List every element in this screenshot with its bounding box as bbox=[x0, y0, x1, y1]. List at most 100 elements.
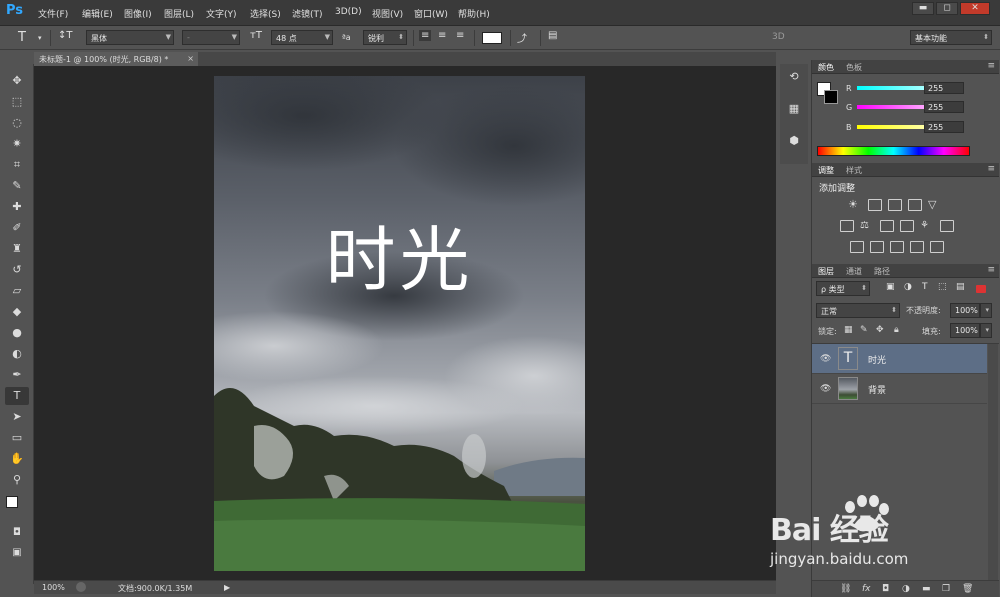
invert-icon[interactable] bbox=[850, 241, 864, 253]
canvas-text-layer[interactable]: 时光 bbox=[214, 204, 585, 305]
menu-image[interactable]: 图像(I) bbox=[124, 7, 152, 20]
photo-filter-icon[interactable] bbox=[900, 220, 914, 232]
fill-dropdown-icon[interactable]: ▾ bbox=[980, 323, 992, 338]
rectangle-tool-icon[interactable]: ▭ bbox=[5, 429, 29, 447]
status-info-icon[interactable] bbox=[76, 582, 86, 592]
layer-name[interactable]: 时光 bbox=[868, 353, 886, 366]
layer-row-background[interactable]: 👁︎ 背景 bbox=[812, 374, 987, 404]
filter-smart-object-icon[interactable]: ▤ bbox=[956, 282, 965, 292]
menu-help[interactable]: 帮助(H) bbox=[458, 7, 490, 20]
pen-tool-icon[interactable]: ✒ bbox=[5, 366, 29, 384]
tab-channels[interactable]: 通道 bbox=[846, 266, 862, 277]
history-panel-icon[interactable]: ⟲ bbox=[786, 70, 802, 86]
layer-row-text[interactable]: 👁︎ T 时光 bbox=[812, 344, 987, 374]
menu-filter[interactable]: 滤镜(T) bbox=[292, 7, 323, 20]
font-size-select[interactable]: 48 点 ▼ bbox=[271, 30, 333, 45]
text-orientation-icon[interactable]: ↕T bbox=[58, 30, 73, 41]
delete-layer-icon[interactable]: 🗑︎ bbox=[962, 584, 973, 594]
tool-preset-dropdown-icon[interactable]: ▾ bbox=[38, 34, 42, 42]
brightness-icon[interactable]: ☀ bbox=[848, 199, 862, 211]
layer-name[interactable]: 背景 bbox=[868, 383, 886, 396]
posterize-icon[interactable] bbox=[870, 241, 884, 253]
eraser-tool-icon[interactable]: ▱ bbox=[5, 282, 29, 300]
color-spectrum-bar[interactable] bbox=[817, 146, 970, 156]
green-value[interactable]: 255 bbox=[924, 101, 964, 113]
3d-panel-icon[interactable]: ⬢ bbox=[786, 134, 802, 150]
character-panel-icon[interactable]: ▤ bbox=[548, 30, 557, 41]
black-white-icon[interactable] bbox=[880, 220, 894, 232]
fill-input[interactable]: 100% bbox=[950, 323, 980, 338]
gradient-map-icon[interactable] bbox=[930, 241, 944, 253]
type-tool-icon[interactable]: T bbox=[5, 387, 29, 405]
lock-all-icon[interactable]: 🔒︎ bbox=[894, 325, 899, 335]
tab-styles[interactable]: 样式 bbox=[846, 165, 862, 176]
blur-tool-icon[interactable]: ● bbox=[5, 324, 29, 342]
filter-type-icon[interactable]: T bbox=[922, 282, 928, 292]
screen-mode-icon[interactable]: ▣ bbox=[5, 544, 29, 562]
history-brush-tool-icon[interactable]: ↺ bbox=[5, 261, 29, 279]
healing-brush-tool-icon[interactable]: ✚ bbox=[5, 198, 29, 216]
marquee-tool-icon[interactable]: ⬚ bbox=[5, 93, 29, 111]
status-menu-arrow-icon[interactable]: ▶ bbox=[224, 583, 230, 592]
eyedropper-tool-icon[interactable]: ✎ bbox=[5, 177, 29, 195]
document-canvas[interactable]: 时光 bbox=[214, 76, 585, 571]
link-layers-icon[interactable]: ⛓ bbox=[840, 584, 851, 594]
tab-adjustments[interactable]: 调整 bbox=[818, 165, 834, 176]
character-panel-icon[interactable]: ▦ bbox=[786, 102, 802, 118]
color-balance-icon[interactable]: ⚖ bbox=[860, 220, 874, 232]
layer-style-icon[interactable]: fx bbox=[862, 584, 871, 594]
zoom-level[interactable]: 100% bbox=[42, 583, 65, 592]
maximize-button[interactable]: ◻ bbox=[936, 2, 958, 15]
red-value[interactable]: 255 bbox=[924, 82, 964, 94]
new-adjustment-icon[interactable]: ◑ bbox=[902, 584, 910, 594]
workspace-select[interactable]: 基本功能 ⬍ bbox=[910, 30, 992, 45]
opacity-input[interactable]: 100% bbox=[950, 303, 980, 318]
zoom-tool-icon[interactable]: ⚲ bbox=[5, 471, 29, 489]
align-right-icon[interactable]: ≡ bbox=[456, 30, 464, 41]
text-color-swatch[interactable] bbox=[482, 32, 502, 44]
move-tool-icon[interactable]: ✥ bbox=[5, 72, 29, 90]
magic-wand-tool-icon[interactable]: ✷ bbox=[5, 135, 29, 153]
lock-transparent-icon[interactable]: ▦ bbox=[844, 325, 853, 335]
panel-menu-icon[interactable]: ≡ bbox=[987, 265, 995, 275]
menu-type[interactable]: 文字(Y) bbox=[206, 7, 237, 20]
lock-position-icon[interactable]: ✥ bbox=[876, 325, 884, 335]
threshold-icon[interactable] bbox=[890, 241, 904, 253]
warp-text-icon[interactable]: ⤴ bbox=[517, 30, 527, 45]
curves-icon[interactable] bbox=[888, 199, 902, 211]
quick-mask-icon[interactable]: ◘ bbox=[5, 524, 29, 542]
levels-icon[interactable] bbox=[868, 199, 882, 211]
color-lookup-icon[interactable] bbox=[940, 220, 954, 232]
path-selection-tool-icon[interactable]: ➤ bbox=[5, 408, 29, 426]
menu-file[interactable]: 文件(F) bbox=[38, 7, 68, 20]
tab-paths[interactable]: 路径 bbox=[874, 266, 890, 277]
document-tab[interactable]: 未标题-1 @ 100% (时光, RGB/8) * × bbox=[34, 52, 198, 66]
close-button[interactable]: ✕ bbox=[960, 2, 990, 15]
menu-window[interactable]: 窗口(W) bbox=[414, 7, 448, 20]
filter-shape-icon[interactable]: ⬚ bbox=[938, 282, 947, 292]
new-layer-icon[interactable]: ❐ bbox=[942, 584, 950, 594]
selective-color-icon[interactable] bbox=[910, 241, 924, 253]
paint-bucket-tool-icon[interactable]: ◆ bbox=[5, 303, 29, 321]
align-center-icon[interactable]: ≡ bbox=[438, 30, 446, 41]
channel-mixer-icon[interactable]: ⚘ bbox=[920, 220, 934, 232]
dodge-tool-icon[interactable]: ◐ bbox=[5, 345, 29, 363]
blend-mode-select[interactable]: 正常 ⬍ bbox=[816, 303, 900, 318]
visibility-eye-icon[interactable]: 👁︎ bbox=[820, 384, 831, 394]
close-tab-icon[interactable]: × bbox=[187, 54, 194, 63]
vibrance-icon[interactable]: ▽ bbox=[928, 199, 942, 211]
lock-pixels-icon[interactable]: ✎ bbox=[860, 325, 868, 335]
menu-edit[interactable]: 编辑(E) bbox=[82, 7, 113, 20]
hue-saturation-icon[interactable] bbox=[840, 220, 854, 232]
menu-3d[interactable]: 3D(D) bbox=[335, 7, 362, 17]
color-background-swatch[interactable] bbox=[824, 90, 838, 104]
panel-menu-icon[interactable]: ≡ bbox=[987, 164, 995, 174]
filter-toggle-icon[interactable] bbox=[976, 285, 986, 293]
visibility-eye-icon[interactable]: 👁︎ bbox=[820, 354, 831, 364]
add-mask-icon[interactable]: ◘ bbox=[882, 584, 889, 594]
tab-color[interactable]: 颜色 bbox=[818, 62, 834, 73]
blue-value[interactable]: 255 bbox=[924, 121, 964, 133]
filter-adjustment-icon[interactable]: ◑ bbox=[904, 282, 912, 292]
menu-select[interactable]: 选择(S) bbox=[250, 7, 281, 20]
font-style-select[interactable]: - ▼ bbox=[182, 30, 240, 45]
